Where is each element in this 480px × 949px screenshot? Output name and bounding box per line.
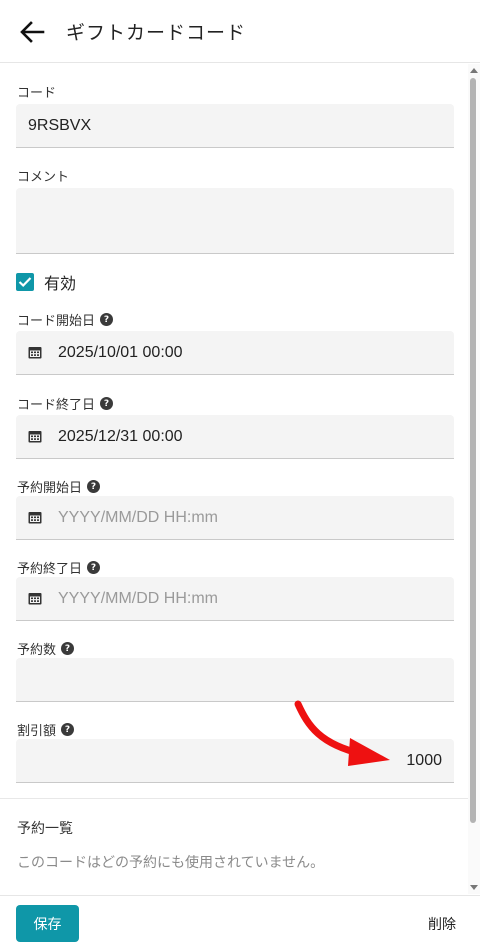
discount-label: 割引額 ?	[17, 720, 75, 739]
form-content: コード 9RSBVX コメント 有効 コード開始日 ? 2025/10/01 0…	[0, 64, 468, 894]
code-start-value: 2025/10/01 00:00	[58, 343, 183, 361]
calendar-icon	[28, 512, 42, 524]
reservation-start-field[interactable]: YYYY/MM/DD HH:mm	[16, 496, 454, 540]
section-divider	[0, 798, 468, 799]
code-end-field[interactable]: 2025/12/31 00:00	[16, 415, 454, 459]
page-title: ギフトカードコード	[66, 22, 247, 44]
reservation-list-title: 予約一覧	[17, 821, 73, 837]
reservation-end-field[interactable]: YYYY/MM/DD HH:mm	[16, 577, 454, 621]
scroll-up-icon[interactable]	[470, 68, 478, 73]
code-label: コード	[17, 86, 57, 101]
save-button[interactable]: 保存	[16, 905, 79, 942]
reservation-end-label: 予約終了日 ?	[17, 558, 101, 577]
enabled-label: 有効	[44, 274, 77, 293]
question-circle-icon[interactable]: ?	[100, 313, 114, 326]
comment-field[interactable]	[16, 188, 454, 254]
question-circle-icon[interactable]: ?	[100, 397, 114, 410]
reservation-start-label: 予約開始日 ?	[17, 477, 101, 496]
calendar-icon	[28, 431, 42, 443]
question-circle-icon[interactable]: ?	[61, 723, 75, 736]
question-circle-icon[interactable]: ?	[87, 561, 101, 574]
calendar-icon	[28, 347, 42, 359]
code-field[interactable]: 9RSBVX	[16, 104, 454, 148]
question-circle-icon[interactable]: ?	[61, 642, 75, 655]
back-button[interactable]	[14, 14, 50, 50]
reservation-count-field[interactable]	[16, 658, 454, 702]
scrollbar[interactable]	[468, 64, 480, 894]
calendar-icon	[28, 593, 42, 605]
delete-button[interactable]: 削除	[428, 914, 456, 934]
arrow-left-icon	[20, 21, 45, 43]
scroll-down-icon[interactable]	[470, 885, 478, 890]
check-icon	[18, 277, 32, 288]
enabled-checkbox-row[interactable]: 有効	[16, 270, 76, 294]
reservation-count-label: 予約数 ?	[17, 639, 75, 658]
enabled-checkbox[interactable]	[16, 273, 34, 291]
footer-bar: 保存 削除	[0, 895, 480, 949]
code-start-field[interactable]: 2025/10/01 00:00	[16, 331, 454, 375]
reservation-list-empty-text: このコードはどの予約にも使用されていません。	[17, 855, 325, 871]
code-end-value: 2025/12/31 00:00	[58, 427, 183, 445]
comment-label: コメント	[17, 170, 70, 185]
reservation-start-placeholder: YYYY/MM/DD HH:mm	[58, 508, 218, 526]
annotation-arrow-icon	[294, 700, 390, 766]
code-value: 9RSBVX	[28, 116, 92, 134]
app-bar: ギフトカードコード	[0, 0, 480, 63]
question-circle-icon[interactable]: ?	[87, 480, 101, 493]
discount-value: 1000	[406, 751, 442, 769]
code-start-label: コード開始日 ?	[17, 310, 114, 329]
code-end-label: コード終了日 ?	[17, 394, 114, 413]
scrollbar-thumb[interactable]	[470, 78, 476, 823]
reservation-end-placeholder: YYYY/MM/DD HH:mm	[58, 589, 218, 607]
